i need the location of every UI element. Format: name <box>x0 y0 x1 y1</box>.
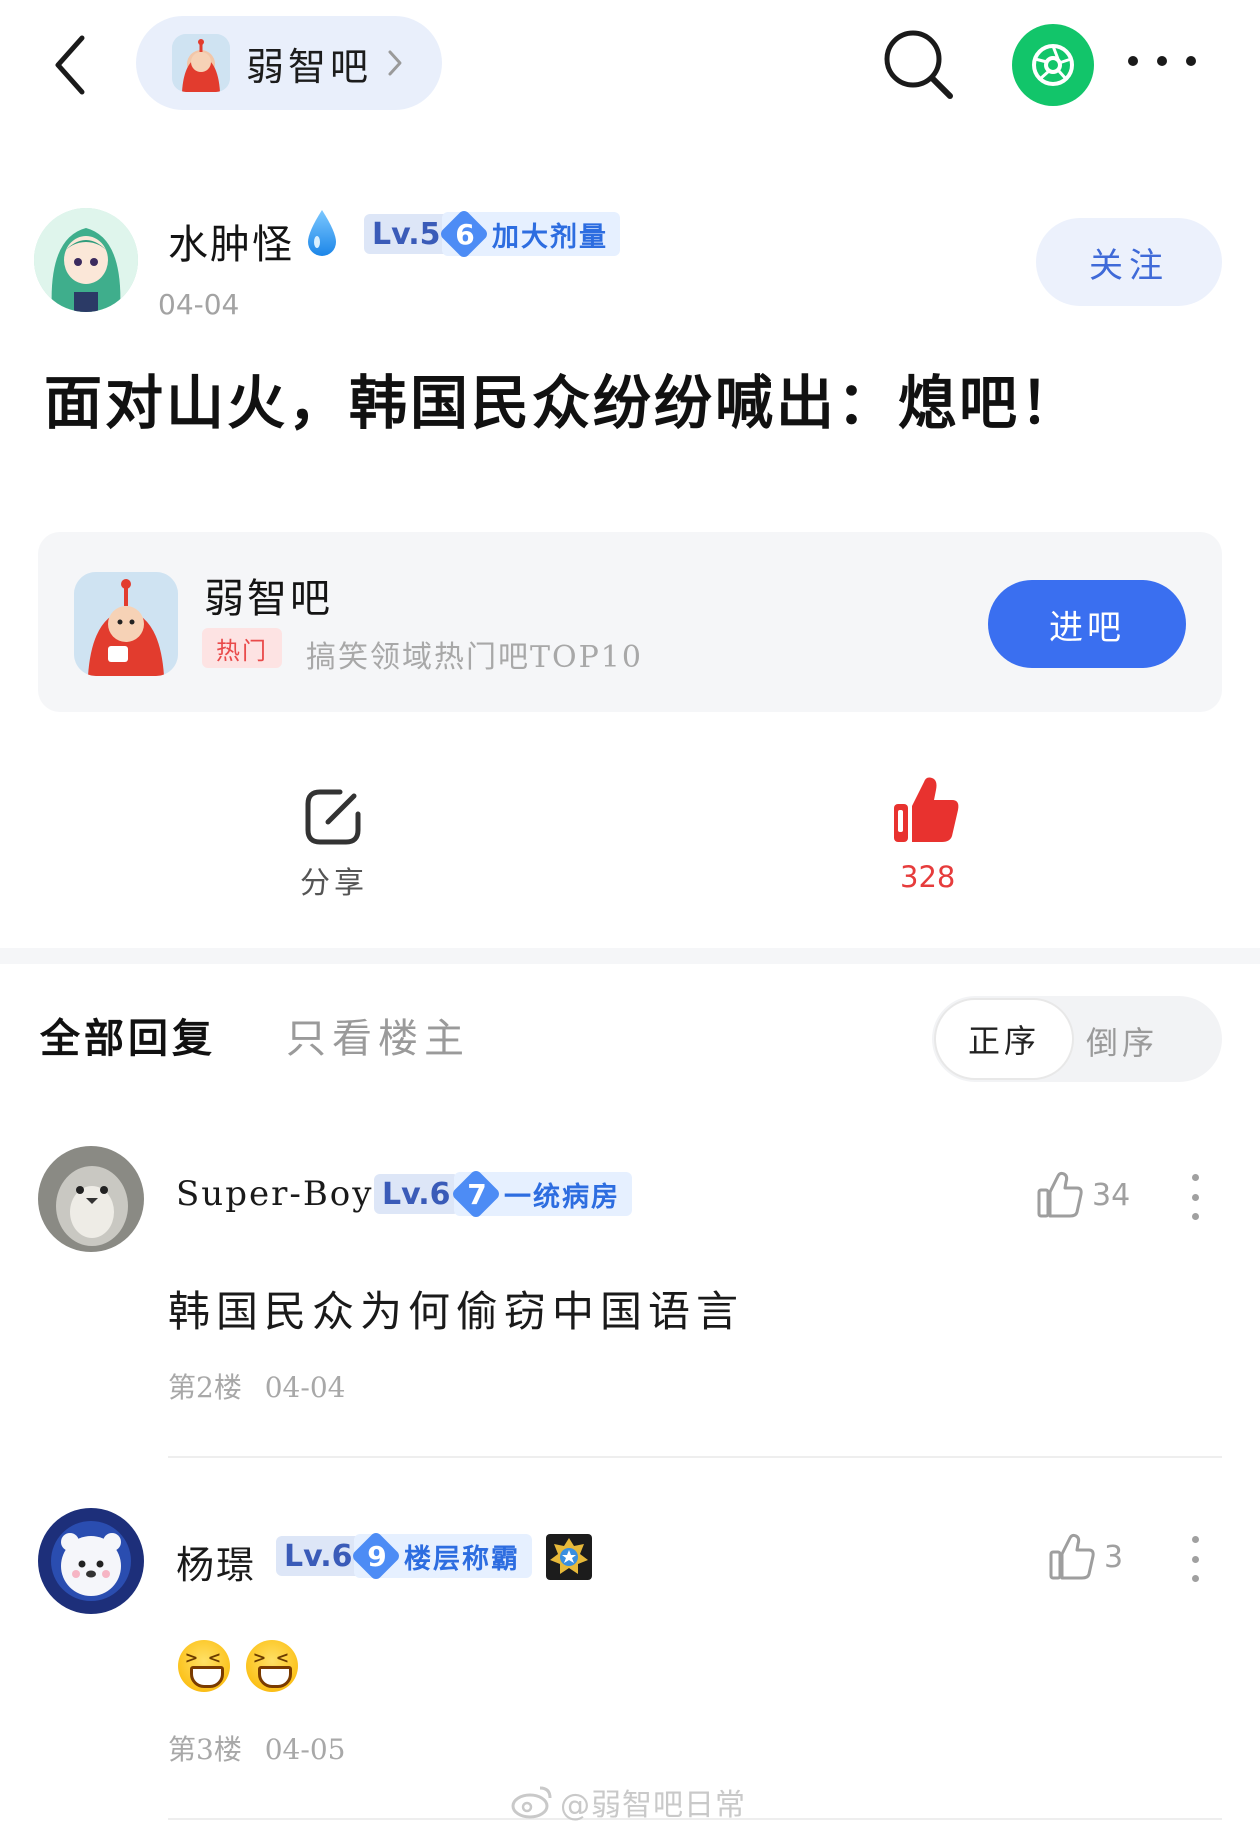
reply-author-name[interactable]: 杨璟 <box>176 1534 256 1589</box>
tab-op-only[interactable]: 只看楼主 <box>286 1006 470 1064</box>
search-icon <box>884 30 953 99</box>
water-drop-icon <box>308 210 336 256</box>
reply-like-count: 34 <box>1092 1177 1131 1213</box>
reply-level-badge: Lv.6 <box>276 1536 361 1576</box>
forum-card-desc: 搞笑领域热门吧TOP10 <box>306 640 643 675</box>
reply-body-emojis <box>178 1640 298 1692</box>
share-icon[interactable] <box>300 784 366 850</box>
reply-date: 04-04 <box>264 1371 346 1404</box>
more-button[interactable] <box>1128 46 1196 76</box>
forum-avatar <box>172 34 230 92</box>
author-title-badge: 6 加大剂量 <box>442 212 620 256</box>
reply-title-badge: 9 楼层称霸 <box>354 1534 532 1578</box>
more-icon <box>1191 1536 1199 1543</box>
reply-divider <box>168 1456 1222 1458</box>
post-title: 面对山火，韩国民众纷纷喊出：熄吧！ <box>44 369 1082 437</box>
post-like-count: 328 <box>900 860 956 894</box>
forum-card-name: 弱智吧 <box>204 576 333 622</box>
forum-card-avatar <box>74 572 178 676</box>
reply-meta: 第2楼 04-04 <box>168 1366 345 1406</box>
thumbs-up-icon <box>1049 1533 1095 1580</box>
tab-all-replies[interactable]: 全部回复 <box>40 1006 216 1064</box>
reply-more-button[interactable] <box>1190 1174 1200 1220</box>
thumbs-up-icon[interactable] <box>890 772 962 846</box>
sort-asc-button[interactable]: 正序 <box>934 998 1074 1080</box>
reply-level-badge: Lv.6 <box>374 1174 459 1214</box>
thumbs-up-icon <box>1037 1171 1083 1218</box>
shutter-button[interactable] <box>1012 24 1094 106</box>
more-icon <box>1128 56 1138 66</box>
reply-date: 04-05 <box>264 1733 346 1766</box>
reply-title-badge: 7 一统病房 <box>454 1172 632 1216</box>
forum-name: 弱智吧 <box>246 44 373 89</box>
author-level-badge: Lv.5 <box>364 214 449 254</box>
medal-icon <box>546 1534 592 1580</box>
reply-floor: 第2楼 <box>168 1371 242 1404</box>
share-label[interactable]: 分享 <box>300 858 368 902</box>
author-name[interactable]: 水肿怪 <box>168 212 294 270</box>
section-divider <box>0 948 1260 964</box>
reply-floor: 第3楼 <box>168 1733 242 1766</box>
chevron-right-icon <box>388 50 402 76</box>
reply-meta: 第3楼 04-05 <box>168 1728 345 1768</box>
enter-forum-button[interactable]: 进吧 <box>988 580 1186 668</box>
laughing-emoji-icon <box>178 1640 230 1692</box>
author-avatar[interactable] <box>34 208 138 312</box>
back-icon <box>55 35 85 95</box>
forum-pill[interactable]: 弱智吧 <box>136 16 442 110</box>
laughing-emoji-icon <box>246 1640 298 1692</box>
reply-author-name[interactable]: Super-Boy <box>176 1174 373 1214</box>
shutter-icon <box>1032 44 1074 86</box>
reply-like-button[interactable]: 34 <box>1036 1170 1130 1220</box>
follow-button[interactable]: 关注 <box>1036 218 1222 306</box>
reply-more-button[interactable] <box>1190 1536 1200 1582</box>
reply-like-button[interactable]: 3 <box>1048 1532 1123 1582</box>
reply-avatar[interactable] <box>38 1146 144 1252</box>
post-date: 04-04 <box>158 288 240 321</box>
weibo-icon <box>511 1786 552 1819</box>
sort-desc-button[interactable]: 倒序 <box>1086 1018 1158 1064</box>
back-button[interactable] <box>44 30 104 100</box>
hot-tag: 热门 <box>202 628 282 668</box>
reply-avatar[interactable] <box>38 1508 144 1614</box>
more-icon <box>1191 1174 1199 1181</box>
reply-like-count: 3 <box>1104 1539 1124 1575</box>
reply-body: 韩国民众为何偷窃中国语言 <box>168 1287 745 1336</box>
watermark: @弱智吧日常 <box>510 1780 746 1824</box>
search-button[interactable] <box>880 26 956 102</box>
